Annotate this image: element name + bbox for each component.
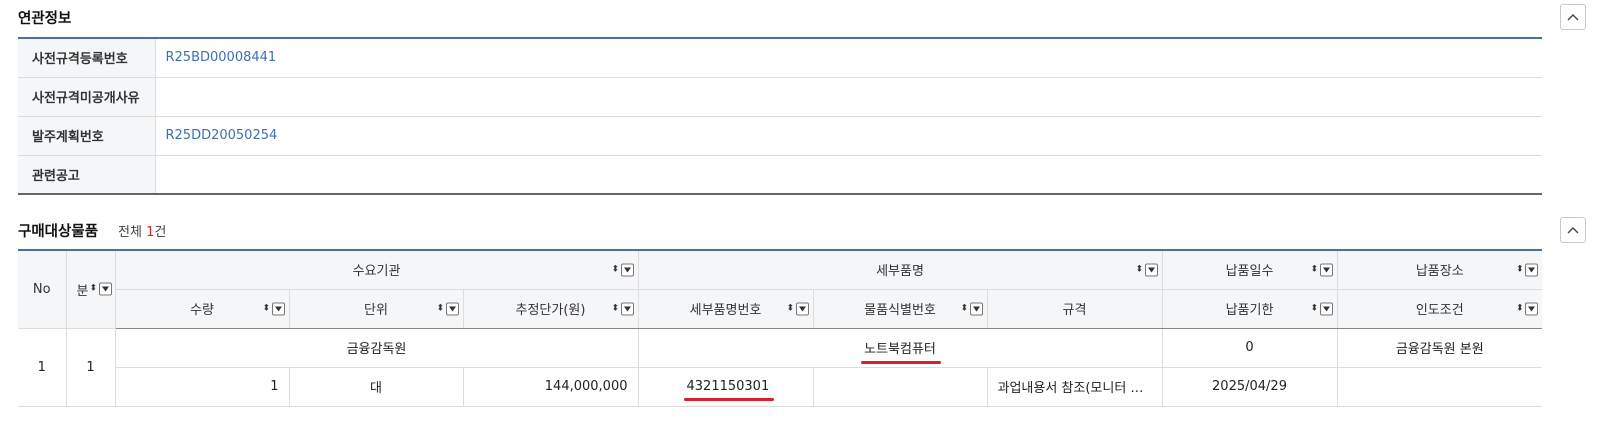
col-unit-price[interactable]: 추정단가(원) ⬍ bbox=[462, 288, 639, 329]
items-grid: No 분 ⬍ 수요기관 ⬍ 세부품명 ⬍ 납품일수 ⬍ 납품장소 ⬍ 수량 ⬍ … bbox=[18, 249, 1542, 407]
info-label: 발주계획번호 bbox=[18, 116, 156, 156]
col-qty[interactable]: 수량 ⬍ bbox=[115, 288, 290, 329]
related-info-header: 연관정보 bbox=[18, 4, 1586, 30]
items-title: 구매대상물품 bbox=[18, 223, 99, 240]
cell-item-name: 노트북컴퓨터 bbox=[637, 327, 1163, 368]
related-info-collapse-button[interactable] bbox=[1560, 4, 1586, 30]
col-place[interactable]: 납품장소 ⬍ bbox=[1336, 249, 1542, 290]
cell-item-no: 4321150301 bbox=[637, 366, 814, 407]
info-label: 사전규격등록번호 bbox=[18, 38, 156, 78]
cell-unit: 대 bbox=[288, 366, 464, 407]
sort-icon[interactable]: ⬍ bbox=[961, 304, 969, 313]
chevron-up-icon bbox=[1567, 227, 1579, 234]
col-no: No bbox=[18, 249, 67, 329]
filter-dropdown-icon[interactable] bbox=[98, 282, 112, 296]
filter-dropdown-icon[interactable] bbox=[1525, 263, 1538, 277]
sort-icon[interactable]: ⬍ bbox=[263, 304, 271, 313]
col-days[interactable]: 납품일수 ⬍ bbox=[1161, 249, 1338, 290]
item-name-highlight: 노트북컴퓨터 bbox=[861, 338, 941, 364]
related-info-table: 사전규격등록번호 R25BD00008441 사전규격미공개사유 발주계획번호 … bbox=[18, 37, 1542, 195]
filter-dropdown-icon[interactable] bbox=[620, 302, 634, 315]
cell-ident-no bbox=[812, 366, 988, 407]
filter-dropdown-icon[interactable] bbox=[795, 302, 809, 315]
grid-header-row: 수량 ⬍ 단위 ⬍ 추정단가(원) ⬍ 세부품명번호 ⬍ 물품식별번호 ⬍ 규격… bbox=[18, 288, 1542, 329]
non-disclosure-reason bbox=[155, 77, 1542, 117]
cell-days: 0 bbox=[1161, 327, 1338, 368]
sort-icon[interactable]: ⬍ bbox=[1311, 265, 1319, 274]
filter-dropdown-icon[interactable] bbox=[445, 302, 459, 315]
related-info-title: 연관정보 bbox=[18, 10, 72, 27]
col-div[interactable]: 분 ⬍ bbox=[65, 249, 116, 329]
col-agency[interactable]: 수요기관 ⬍ bbox=[114, 249, 639, 290]
cell-place: 금융감독원 본원 bbox=[1336, 327, 1542, 368]
filter-dropdown-icon[interactable] bbox=[1319, 302, 1333, 315]
table-row: 1 대 144,000,000 4321150301 과업내용서 참조(모니터 … bbox=[18, 366, 1542, 407]
cell-qty: 1 bbox=[115, 366, 290, 407]
filter-dropdown-icon[interactable] bbox=[1525, 302, 1538, 315]
cell-terms bbox=[1336, 366, 1542, 407]
col-unit[interactable]: 단위 ⬍ bbox=[288, 288, 464, 329]
col-item-name[interactable]: 세부품명 ⬍ bbox=[637, 249, 1163, 290]
sort-icon[interactable]: ⬍ bbox=[1136, 265, 1144, 274]
sort-icon[interactable]: ⬍ bbox=[1311, 304, 1319, 313]
pre-spec-number[interactable]: R25BD00008441 bbox=[155, 38, 1542, 78]
sort-icon[interactable]: ⬍ bbox=[1516, 304, 1524, 313]
sort-icon[interactable]: ⬍ bbox=[612, 304, 620, 313]
filter-dropdown-icon[interactable] bbox=[271, 302, 285, 315]
col-item-no[interactable]: 세부품명번호 ⬍ bbox=[637, 288, 814, 329]
info-label: 사전규격미공개사유 bbox=[18, 77, 156, 117]
items-header: 구매대상물품 전체 1건 bbox=[18, 217, 1586, 243]
grid-header-row: No 분 ⬍ 수요기관 ⬍ 세부품명 ⬍ 납품일수 ⬍ 납품장소 ⬍ bbox=[18, 249, 1542, 329]
items-collapse-button[interactable] bbox=[1560, 217, 1586, 243]
item-no-highlight: 4321150301 bbox=[683, 379, 774, 401]
sort-icon[interactable]: ⬍ bbox=[1516, 265, 1524, 274]
sort-icon[interactable]: ⬍ bbox=[437, 304, 445, 313]
cell-spec: 과업내용서 참조(모니터 … bbox=[986, 366, 1163, 407]
filter-dropdown-icon[interactable] bbox=[1319, 263, 1333, 277]
col-deadline[interactable]: 납품기한 ⬍ bbox=[1161, 288, 1338, 329]
items-count: 전체 1건 bbox=[118, 224, 167, 240]
col-ident-no[interactable]: 물품식별번호 ⬍ bbox=[812, 288, 988, 329]
table-row: 1 1 금융감독원 노트북컴퓨터 0 금융감독원 본원 bbox=[18, 327, 1542, 407]
info-row: 발주계획번호 R25DD20050254 bbox=[18, 116, 1542, 156]
chevron-up-icon bbox=[1567, 14, 1579, 21]
info-row: 사전규격등록번호 R25BD00008441 bbox=[18, 38, 1542, 78]
filter-dropdown-icon[interactable] bbox=[620, 263, 634, 277]
col-spec: 규격 bbox=[986, 288, 1163, 329]
sort-icon[interactable]: ⬍ bbox=[90, 284, 98, 294]
cell-no: 1 bbox=[18, 327, 67, 407]
filter-dropdown-icon[interactable] bbox=[1144, 263, 1158, 277]
cell-div: 1 bbox=[65, 327, 116, 407]
cell-deadline: 2025/04/29 bbox=[1161, 366, 1338, 407]
filter-dropdown-icon[interactable] bbox=[969, 302, 983, 315]
info-row: 관련공고 bbox=[18, 155, 1542, 194]
order-plan-number[interactable]: R25DD20050254 bbox=[155, 116, 1542, 156]
cell-unit-price: 144,000,000 bbox=[462, 366, 639, 407]
sort-icon[interactable]: ⬍ bbox=[612, 265, 620, 274]
info-label: 관련공고 bbox=[18, 155, 156, 194]
related-notice bbox=[155, 155, 1542, 194]
cell-agency: 금융감독원 bbox=[114, 327, 639, 368]
col-terms[interactable]: 인도조건 ⬍ bbox=[1336, 288, 1542, 329]
info-row: 사전규격미공개사유 bbox=[18, 77, 1542, 117]
sort-icon[interactable]: ⬍ bbox=[787, 304, 795, 313]
